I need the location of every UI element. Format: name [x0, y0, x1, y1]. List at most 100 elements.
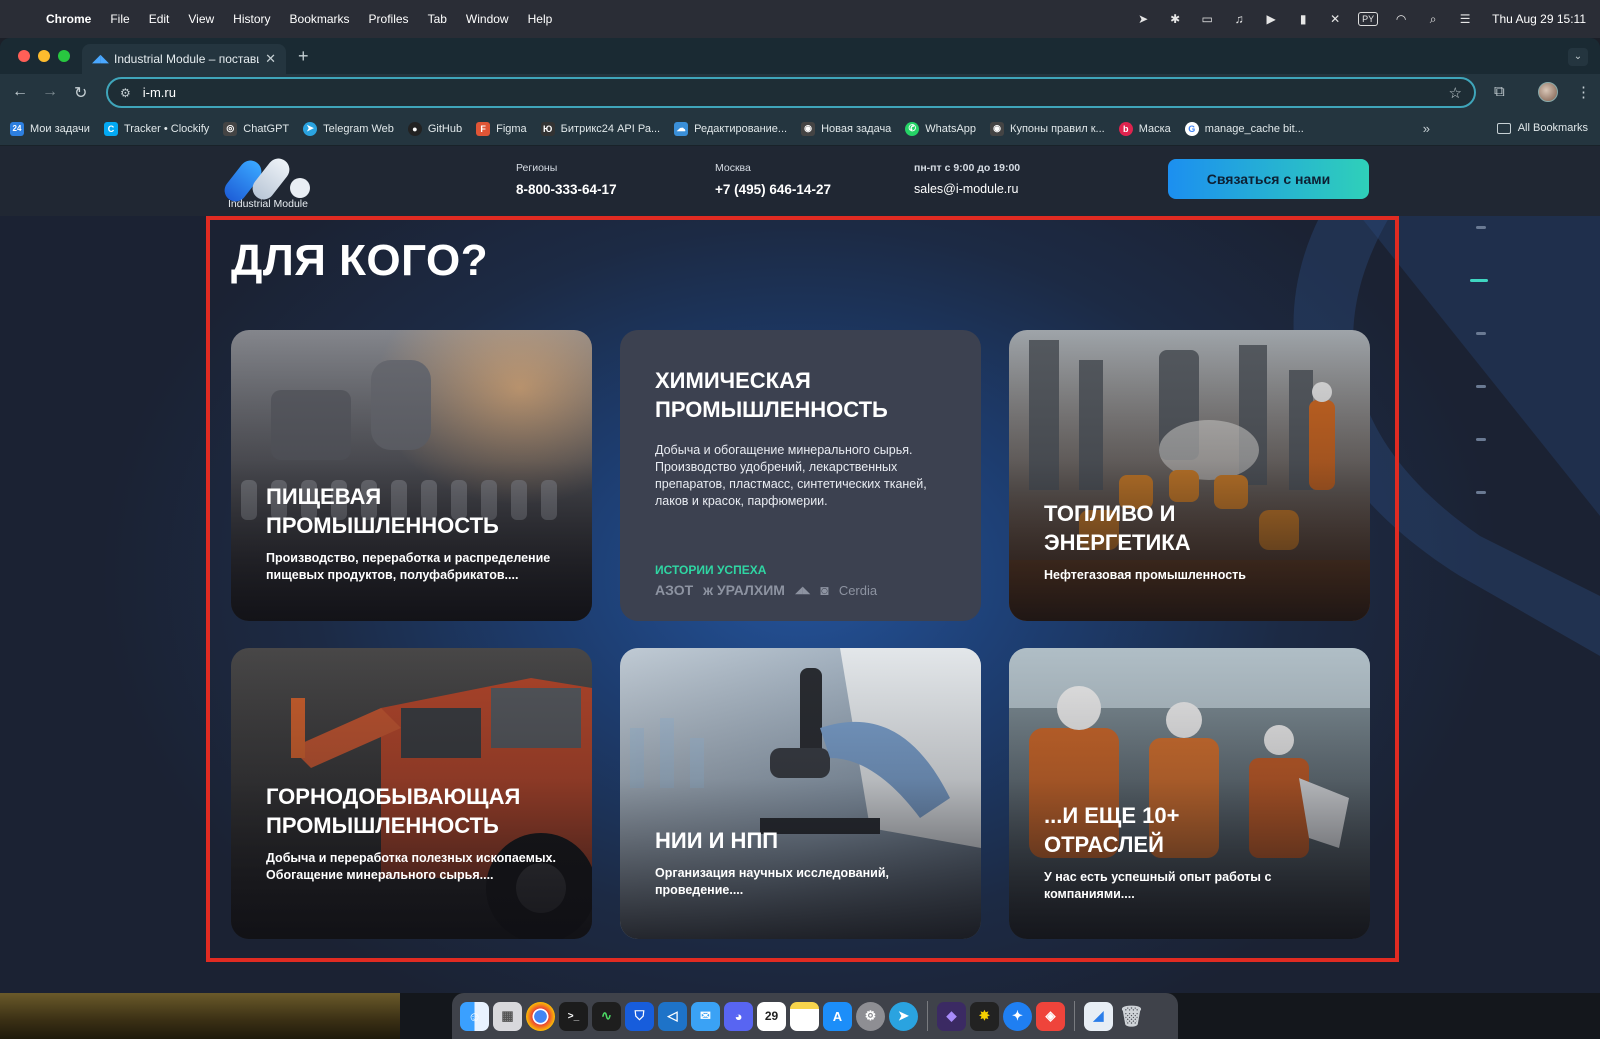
- bluetooth-icon[interactable]: ✱: [1166, 12, 1184, 26]
- site-info-icon[interactable]: ⚙: [120, 86, 131, 100]
- play-icon[interactable]: ▶: [1262, 12, 1280, 26]
- menu-window[interactable]: Window: [466, 12, 509, 26]
- bookmark-item[interactable]: F Figma: [476, 121, 527, 136]
- menu-edit[interactable]: Edit: [149, 12, 170, 26]
- more-bookmarks-icon[interactable]: »: [1423, 121, 1430, 136]
- menu-view[interactable]: View: [188, 12, 214, 26]
- pagination-dot[interactable]: [1476, 332, 1486, 335]
- web-page: Industrial Module Регионы 8-800-333-64-1…: [0, 146, 1600, 993]
- obsidian-icon[interactable]: ◆: [937, 1001, 966, 1031]
- bookmark-star-icon[interactable]: ☆: [1449, 84, 1462, 102]
- bookmark-item[interactable]: ☁ Редактирование...: [674, 121, 787, 136]
- calendar-icon[interactable]: 29: [757, 1001, 786, 1031]
- zoom-window-button[interactable]: [58, 50, 70, 62]
- terminal-icon[interactable]: >_: [559, 1001, 588, 1031]
- bookmark-label: Мои задачи: [30, 122, 90, 135]
- bookmark-item[interactable]: ◎ ChatGPT: [223, 121, 289, 136]
- menu-tab[interactable]: Tab: [428, 12, 447, 26]
- mail-icon[interactable]: ✉: [691, 1001, 720, 1031]
- contact-email[interactable]: sales@i-module.ru: [914, 182, 1020, 196]
- launchpad-icon[interactable]: ▦: [493, 1001, 522, 1031]
- mute-icon[interactable]: ✕: [1326, 12, 1344, 26]
- contact-label: Москва: [715, 162, 751, 174]
- activity-monitor-icon[interactable]: ∿: [592, 1001, 621, 1031]
- keyboard-layout-icon[interactable]: PY: [1358, 12, 1379, 26]
- vscode-icon[interactable]: ◁: [658, 1001, 687, 1031]
- all-bookmarks-button[interactable]: All Bookmarks: [1496, 122, 1588, 134]
- menu-file[interactable]: File: [110, 12, 129, 26]
- trash-icon[interactable]: 🗑: [1117, 1002, 1146, 1031]
- url-text: i-m.ru: [142, 85, 176, 100]
- bookmark-item[interactable]: ✆ WhatsApp: [905, 121, 976, 136]
- bookmark-label: GitHub: [427, 122, 463, 135]
- bookmark-favicon-icon: ◉: [801, 121, 816, 136]
- menu-bookmarks[interactable]: Bookmarks: [290, 12, 350, 26]
- discord-icon[interactable]: ◕: [724, 1001, 753, 1031]
- tab-search-icon[interactable]: ⌄: [1568, 48, 1588, 66]
- window-controls: [18, 50, 70, 62]
- bookmark-label: Telegram Web: [323, 122, 394, 135]
- chrome-icon[interactable]: [526, 1001, 555, 1031]
- battery-icon[interactable]: ▮: [1294, 12, 1312, 26]
- tab-active[interactable]: ◢◣ Industrial Module – поставщ ✕: [82, 44, 286, 74]
- spark-icon[interactable]: ✸: [970, 1001, 999, 1031]
- finder-icon[interactable]: ☺: [460, 1001, 489, 1031]
- new-tab-icon[interactable]: +: [298, 46, 309, 67]
- screen-icon[interactable]: ▭: [1198, 12, 1216, 26]
- pagination-dot[interactable]: [1476, 491, 1486, 494]
- extensions-icon[interactable]: ⧉: [1494, 83, 1505, 100]
- bookmark-item[interactable]: 24 Мои задачи: [10, 121, 90, 136]
- site-header: Industrial Module Регионы 8-800-333-64-1…: [0, 146, 1600, 216]
- contact-phone-moscow[interactable]: +7 (495) 646-14-27: [715, 182, 831, 197]
- bookmark-item[interactable]: Ю Битрикс24 API Ра...: [540, 121, 660, 136]
- address-bar[interactable]: ⚙ i-m.ru ☆: [106, 77, 1476, 108]
- bookmark-item[interactable]: ➤ Telegram Web: [303, 121, 394, 136]
- profile-avatar[interactable]: [1538, 82, 1558, 102]
- site-logo[interactable]: Industrial Module: [220, 152, 320, 212]
- contact-email-block: пн-пт с 9:00 до 19:00 sales@i-module.ru: [914, 162, 1020, 196]
- bookmark-item[interactable]: ● GitHub: [407, 121, 463, 136]
- anydesk-icon[interactable]: ◈: [1036, 1001, 1065, 1031]
- close-window-button[interactable]: [18, 50, 30, 62]
- preview-icon[interactable]: ◢: [1084, 1001, 1113, 1031]
- browser-window: ◢◣ Industrial Module – поставщ ✕ + ⌄ ← →…: [0, 38, 1600, 993]
- back-icon[interactable]: ←: [12, 83, 28, 101]
- forward-icon[interactable]: →: [42, 83, 58, 101]
- audio-icon[interactable]: ♫: [1230, 12, 1248, 26]
- pagination-dot-active[interactable]: [1470, 279, 1488, 282]
- bookmark-item[interactable]: Gmanage_cache bit...: [1184, 121, 1304, 136]
- bookmark-item[interactable]: b Маска: [1118, 121, 1171, 136]
- search-icon[interactable]: ⌕: [1424, 12, 1442, 26]
- pagination-dot[interactable]: [1476, 385, 1486, 388]
- control-center-icon[interactable]: ☰: [1456, 12, 1474, 26]
- chrome-menu-icon[interactable]: ⋮: [1576, 83, 1591, 101]
- menubar-clock[interactable]: Thu Aug 29 15:11: [1492, 12, 1586, 26]
- reload-icon[interactable]: ↻: [74, 83, 87, 103]
- contact-phone-regions[interactable]: 8-800-333-64-17: [516, 182, 617, 197]
- menu-history[interactable]: History: [233, 12, 270, 26]
- safari-icon[interactable]: ✦: [1003, 1001, 1032, 1031]
- bookmark-item[interactable]: ◉ Новая задача: [801, 121, 891, 136]
- minimize-window-button[interactable]: [38, 50, 50, 62]
- telegram-icon[interactable]: ➤: [889, 1001, 918, 1031]
- pagination-dot[interactable]: [1476, 226, 1486, 229]
- wifi-icon[interactable]: ◠: [1392, 12, 1410, 26]
- system-settings-icon[interactable]: ⚙: [856, 1001, 885, 1031]
- close-tab-icon[interactable]: ✕: [265, 51, 276, 67]
- contact-label: Регионы: [516, 162, 558, 174]
- pagination-dot[interactable]: [1476, 438, 1486, 441]
- menu-profiles[interactable]: Profiles: [369, 12, 409, 26]
- macos-menu-bar: Chrome File Edit View History Bookmarks …: [0, 0, 1600, 38]
- menu-help[interactable]: Help: [528, 12, 553, 26]
- bookmark-label: manage_cache bit...: [1204, 122, 1304, 135]
- site-favicon-icon: ◢◣: [92, 53, 109, 65]
- navigation-icon[interactable]: ➤: [1134, 12, 1152, 26]
- contact-us-button[interactable]: Связаться с нами: [1168, 159, 1369, 199]
- bookmark-item[interactable]: ◉ Купоны правил к...: [990, 121, 1105, 136]
- bitwarden-icon[interactable]: ⛉: [625, 1001, 654, 1031]
- notes-icon[interactable]: [790, 1001, 819, 1031]
- app-store-icon[interactable]: A: [823, 1001, 852, 1031]
- bookmark-item[interactable]: C Tracker • Clockify: [103, 121, 209, 136]
- menu-app-name[interactable]: Chrome: [46, 12, 91, 26]
- bookmark-label: Маска: [1138, 122, 1171, 135]
